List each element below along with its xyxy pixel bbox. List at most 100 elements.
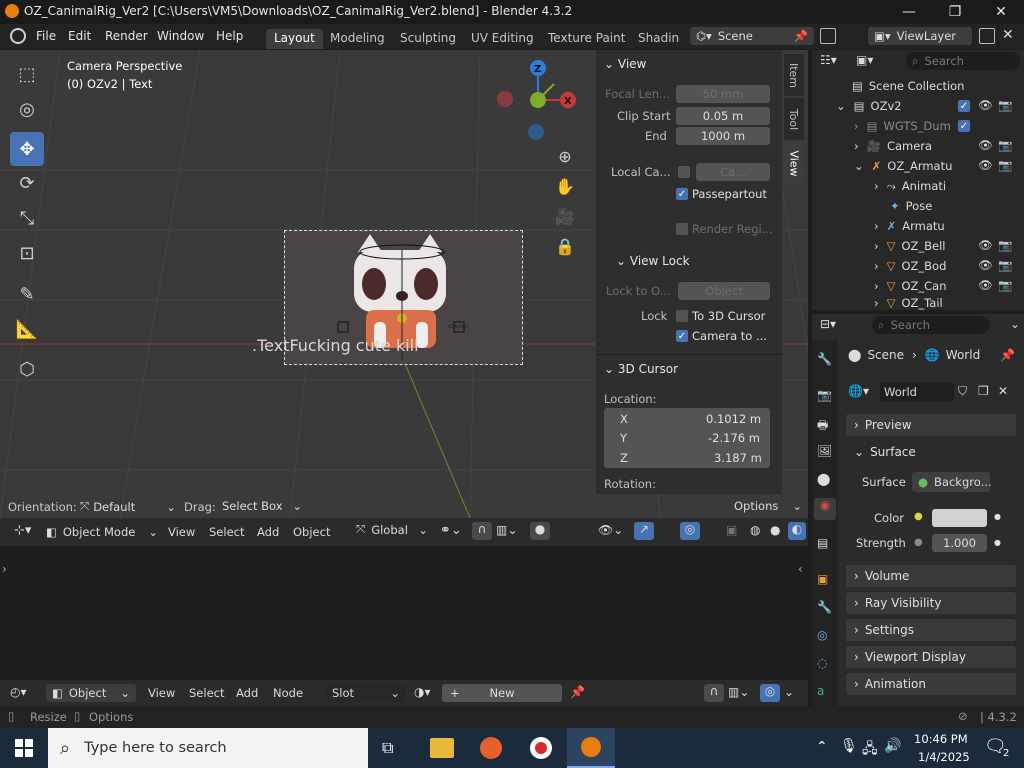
chevron-down-icon[interactable]: ⌄ [1010, 317, 1020, 331]
drag-dropdown[interactable]: Select Box ⌄ [222, 499, 302, 513]
render-region-checkbox[interactable] [676, 223, 688, 235]
menu-file[interactable]: File [36, 29, 56, 43]
wireframe-shading-icon[interactable]: ◍ [750, 523, 760, 537]
cursor-y-value[interactable]: -2.176 m [708, 431, 760, 445]
keyframe-dot-icon[interactable]: ● [994, 538, 1001, 547]
tab-view[interactable]: View [784, 142, 804, 184]
annotate-tool-icon[interactable]: ✎ [10, 277, 44, 311]
material-shading-icon[interactable]: ◐ [788, 522, 806, 540]
keyframe-dot-icon[interactable]: ● [994, 512, 1001, 521]
tab-sculpting[interactable]: Sculpting [392, 29, 464, 49]
outliner-search-input[interactable]: ⌕ Search [906, 52, 1020, 70]
world-type-icon[interactable]: 🌐▾ [848, 384, 869, 398]
menu-render[interactable]: Render [105, 29, 148, 43]
lock-icon[interactable]: 🔒 [549, 230, 581, 262]
clip-end-field[interactable]: 1000 m [676, 127, 770, 145]
rotate-tool-icon[interactable]: ⟳ [10, 166, 44, 200]
collection-tab-icon[interactable]: ▤ [817, 536, 828, 550]
camera-render-icon[interactable]: 📷 [998, 278, 1012, 292]
minimize-button[interactable]: — [886, 0, 932, 24]
local-camera-checkbox[interactable] [678, 166, 690, 178]
pivot-icon[interactable]: ⚭⌄ [440, 523, 462, 538]
tab-uv-editing[interactable]: UV Editing [463, 29, 542, 49]
maximize-button[interactable]: ❐ [932, 0, 978, 24]
close-button[interactable]: ✕ [978, 0, 1024, 24]
camera-render-icon[interactable]: 📷 [998, 158, 1012, 172]
taskbar-search-input[interactable]: ⌕ Type here to search [48, 728, 368, 768]
shader-menu-select[interactable]: Select [189, 686, 224, 700]
outliner-row[interactable]: › ▽ OZ_Can 👁 📷 [812, 276, 1024, 296]
select-box-tool-icon[interactable]: ⬚ [10, 57, 44, 91]
pin-icon[interactable]: 📌 [570, 685, 585, 699]
shader-editor[interactable] [0, 546, 808, 680]
material-browse-icon[interactable]: ◑▾ [414, 685, 431, 699]
panel-surface[interactable]: ⌄ Surface [846, 441, 1016, 463]
visibility-icon[interactable]: 👁⌄ [598, 523, 623, 537]
unlink-icon[interactable]: ✕ [998, 384, 1008, 398]
passepartout-checkbox[interactable]: ✓ [676, 188, 688, 200]
outliner-row[interactable]: ✦ Pose [812, 196, 1024, 216]
camera-view-icon[interactable]: 🎥 [549, 200, 581, 232]
add-cube-tool-icon[interactable]: ⬡ [10, 352, 44, 386]
panel-volume[interactable]: › Volume [846, 565, 1016, 587]
pin-icon[interactable]: 📌 [1000, 348, 1015, 362]
firefox-icon[interactable] [480, 737, 502, 759]
clock-date[interactable]: 1/4/2025 [918, 750, 970, 764]
outliner-row[interactable]: › 🎥 Camera 👁 📷 [812, 136, 1024, 156]
scene-tab-icon[interactable]: ⬤ [817, 472, 830, 486]
start-button[interactable] [0, 728, 48, 768]
microphone-icon[interactable]: 🎙 [840, 738, 858, 754]
outliner-row[interactable]: ▤ Scene Collection [812, 76, 1024, 96]
outliner-row[interactable]: ⌄ ▤ OZv2 ✓ 👁 📷 [812, 96, 1024, 116]
panel-settings[interactable]: › Settings [846, 619, 1016, 641]
tab-layout[interactable]: Layout [266, 29, 323, 49]
tab-tool[interactable]: Tool [784, 98, 804, 140]
color-swatch[interactable] [932, 509, 987, 527]
transform-orientation-dropdown[interactable]: ⤧ Global ⌄ [356, 522, 428, 537]
snap-target-icon[interactable]: ▥⌄ [496, 523, 517, 537]
move-tool-icon[interactable]: ✥ [10, 132, 44, 166]
view-lock-header[interactable]: ⌄ View Lock [616, 254, 690, 268]
options-dropdown[interactable]: Options ⌄ [734, 499, 802, 513]
scene-selector[interactable]: ⌬▾ Scene 📌 [690, 27, 814, 45]
outliner-row[interactable]: › ✗ Armatu [812, 216, 1024, 236]
output-tab-icon[interactable]: 🖶 [817, 416, 828, 437]
view-layer-tab-icon[interactable]: 🖼 [817, 444, 832, 458]
pan-hand-icon[interactable]: ✋ [549, 170, 581, 202]
camera-to-view-checkbox[interactable]: ✓ [676, 330, 688, 342]
menu-object[interactable]: Object [293, 525, 330, 539]
clip-start-field[interactable]: 0.05 m [676, 107, 770, 125]
camera-render-icon[interactable]: 📷 [998, 238, 1012, 252]
tray-chevron-up-icon[interactable]: ⌃ [816, 739, 828, 755]
fake-user-shield-icon[interactable]: ⛉ [958, 384, 967, 399]
proportional-edit-icon[interactable]: ● [530, 522, 550, 540]
3d-cursor-header[interactable]: ⌄ 3D Cursor [604, 362, 678, 376]
panel-preview[interactable]: › Preview [846, 414, 1016, 436]
cursor-x-value[interactable]: 0.1012 m [706, 412, 761, 426]
data-tab-icon[interactable]: a [817, 684, 824, 698]
remove-viewlayer-icon[interactable]: ✕ [1002, 27, 1014, 43]
to-3d-cursor-checkbox[interactable] [676, 310, 688, 322]
editor-type-icon[interactable]: ⊹▾ [14, 523, 31, 538]
obs-record-icon[interactable] [530, 737, 552, 759]
overlay-toggle-icon[interactable]: ◎ [680, 522, 700, 540]
outliner-row[interactable]: › ▽ OZ_Bell 👁 📷 [812, 236, 1024, 256]
panel-animation[interactable]: › Animation [846, 673, 1016, 695]
shader-menu-add[interactable]: Add [236, 686, 258, 700]
menu-edit[interactable]: Edit [68, 29, 91, 43]
modifier-tab-icon[interactable]: 🔧 [817, 600, 832, 614]
world-tab-icon[interactable]: ◉ [814, 498, 836, 520]
network-icon[interactable]: 🖧 [862, 738, 878, 762]
shader-editor-type-icon[interactable]: ◴▾ [10, 685, 27, 699]
shader-type-dropdown[interactable]: ◧ Object ⌄ [46, 684, 136, 702]
shader-menu-view[interactable]: View [148, 686, 175, 700]
duplicate-icon[interactable]: ❐ [978, 384, 989, 398]
tab-texture-paint[interactable]: Texture Paint [540, 29, 633, 49]
transform-tool-icon[interactable]: ⊡ [10, 236, 44, 270]
render-tab-icon[interactable]: 📷 [817, 388, 832, 402]
menu-help[interactable]: Help [216, 29, 243, 43]
world-name-field[interactable]: World [880, 382, 954, 402]
tab-modeling[interactable]: Modeling [322, 29, 393, 49]
eye-icon[interactable]: 👁 [978, 258, 993, 272]
view-panel-header[interactable]: ⌄ View [604, 57, 646, 71]
